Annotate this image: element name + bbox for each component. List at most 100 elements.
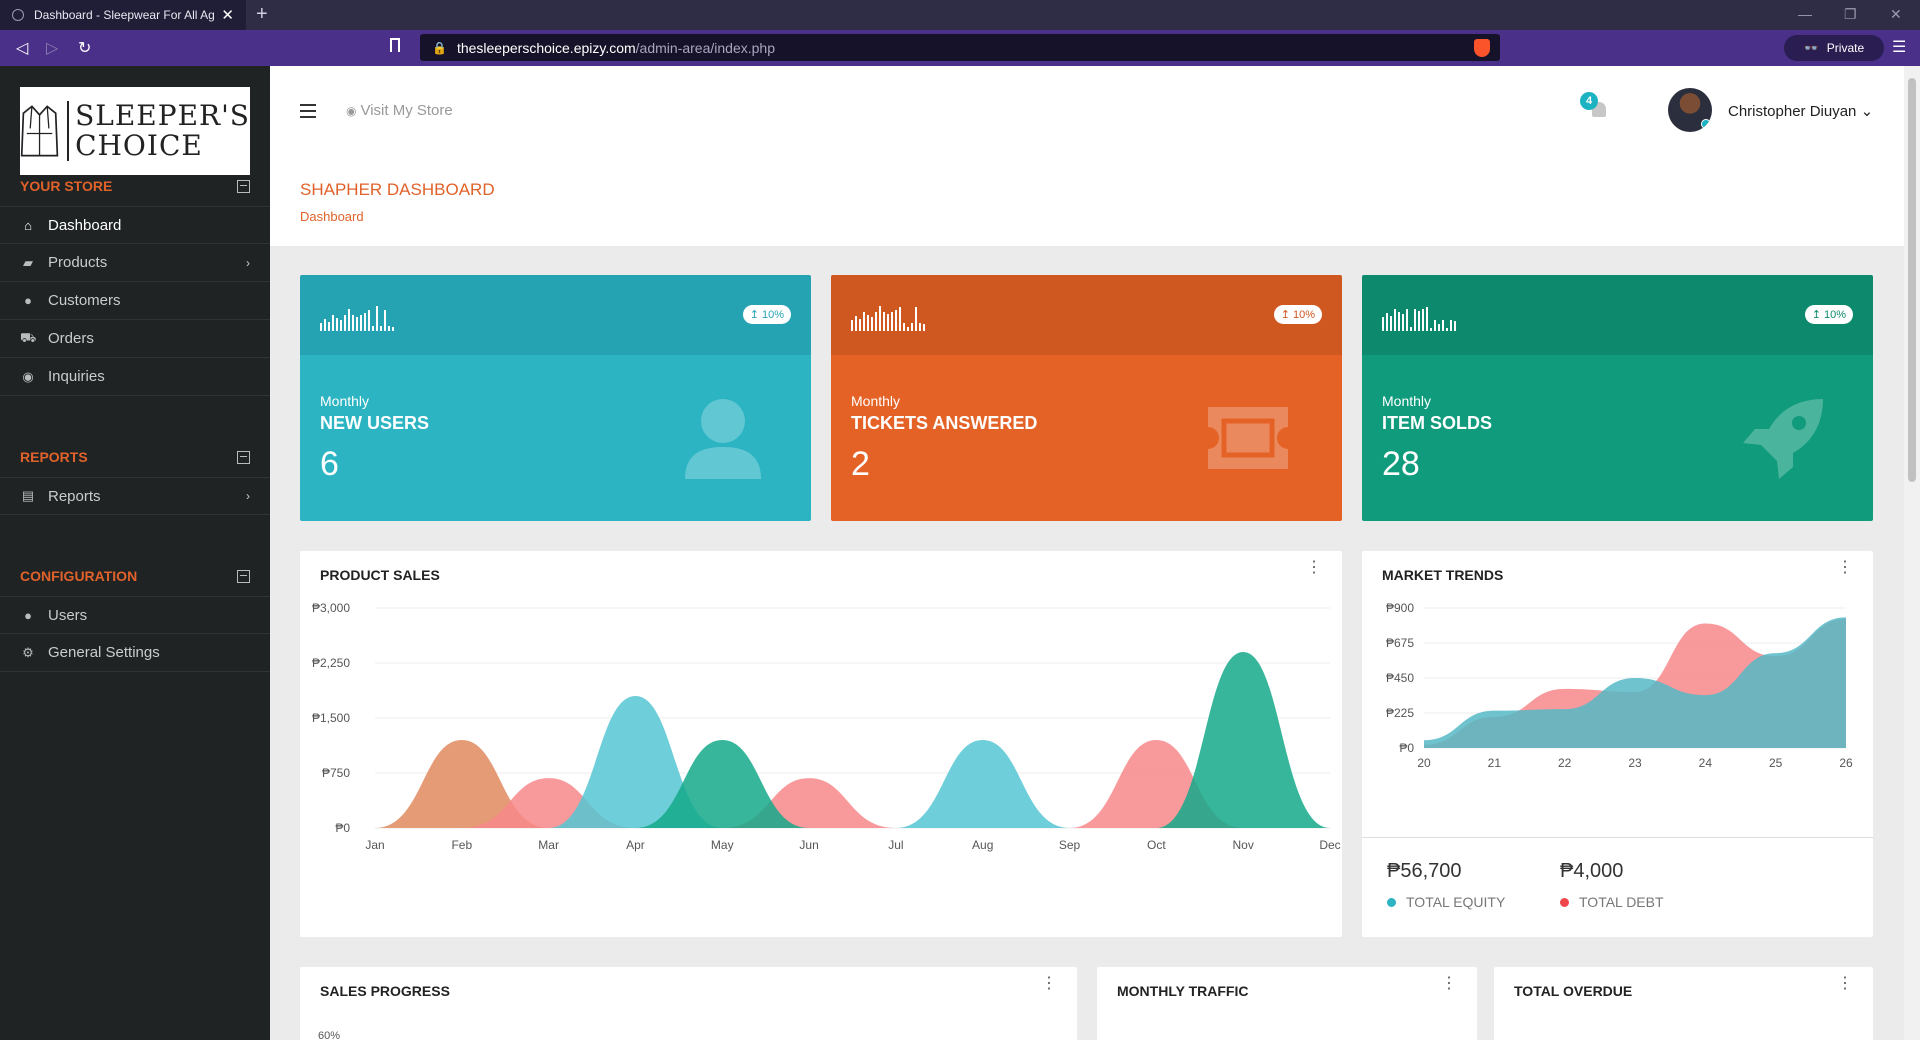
home-icon: ⌂	[24, 217, 32, 233]
product-sales-chart: ₱0 ₱750 ₱1,500 ₱2,250 ₱3,000 Jan Feb Mar Apr May J…	[312, 601, 1341, 852]
notification-badge[interactable]: 4	[1580, 92, 1598, 110]
browser-menu-icon[interactable]: ☰	[1892, 37, 1906, 57]
visit-store-link[interactable]: ◉ Visit My Store	[346, 102, 453, 119]
url-input[interactable]: 🔒 thesleeperschoice.epizy.com/admin-area…	[420, 34, 1500, 61]
close-window-icon[interactable]: ✕	[1890, 6, 1902, 23]
bookmark-icon[interactable]	[390, 38, 400, 52]
minimize-icon[interactable]: —	[1798, 6, 1812, 22]
browser-tab[interactable]: Dashboard - Sleepwear For All Ag ✕	[0, 0, 246, 30]
sidebar-item-dashboard[interactable]: ⌂ Dashboard	[0, 206, 270, 244]
tab-title: Dashboard - Sleepwear For All Ag	[34, 8, 215, 22]
private-label: Private	[1826, 41, 1865, 55]
more-options-icon[interactable]: ⋮	[1041, 976, 1057, 992]
sidebar-item-general-settings[interactable]: ⚙ General Settings	[0, 634, 270, 672]
collapse-icon[interactable]	[237, 179, 250, 193]
sales-progress-panel: SALES PROGRESS ⋮ 60%	[300, 967, 1077, 1040]
page-scrollbar[interactable]	[1904, 66, 1920, 1040]
x-tick-label: 26	[1839, 756, 1853, 770]
sparkline-bar	[863, 312, 865, 331]
sparkline-bar	[336, 318, 338, 331]
more-options-icon[interactable]: ⋮	[1441, 976, 1457, 992]
lock-icon: 🔒	[432, 40, 447, 55]
panel-title: TOTAL OVERDUE	[1514, 983, 1633, 999]
reload-icon[interactable]: ↻	[78, 38, 91, 58]
market-trends-panel: MARKET TRENDS ⋮ ₱0 ₱225 ₱450 ₱675 ₱900 20 21 22…	[1362, 551, 1873, 937]
sparkline-bar	[1406, 309, 1408, 331]
card-value: 28	[1382, 445, 1420, 483]
sparkline-bar	[871, 317, 873, 331]
forward-icon[interactable]: ▷	[46, 38, 58, 58]
hamburger-icon[interactable]	[300, 104, 316, 118]
breadcrumb[interactable]: Dashboard	[300, 209, 364, 224]
x-tick-label: Mar	[538, 838, 559, 852]
x-tick-label: 23	[1628, 756, 1642, 770]
url-path: /admin-area/index.php	[635, 39, 775, 56]
user-icon	[685, 399, 761, 479]
collapse-icon[interactable]	[237, 569, 250, 583]
sparkline-bar	[919, 323, 921, 331]
private-window-badge[interactable]: 👓 Private	[1784, 35, 1884, 61]
sparkline-bar	[867, 315, 869, 331]
brave-shield-icon[interactable]	[1474, 39, 1490, 57]
store-logo[interactable]: SLEEPER'S CHOICE	[20, 87, 250, 175]
sparkline-bar	[887, 314, 889, 331]
more-options-icon[interactable]: ⋮	[1837, 976, 1853, 992]
sidebar-item-products[interactable]: ▰ Products ›	[0, 244, 270, 282]
chat-icon: ◉	[22, 368, 34, 384]
sidebar: SLEEPER'S CHOICE YOUR STORE ⌂ Dashboard ▰…	[0, 66, 270, 1040]
chevron-right-icon: ›	[246, 255, 250, 270]
y-tick-label: ₱0	[1399, 741, 1414, 755]
sidebar-item-reports[interactable]: ▤ Reports ›	[0, 477, 270, 515]
sparkline-bar	[376, 306, 378, 331]
total-debt-value: ₱4,000	[1560, 860, 1624, 882]
sidebar-item-inquiries[interactable]: ◉ Inquiries	[0, 358, 270, 396]
x-tick-label: Apr	[626, 838, 645, 852]
section-configuration[interactable]: CONFIGURATION	[20, 568, 250, 584]
sparkline-bar	[1438, 324, 1440, 331]
section-your-store[interactable]: YOUR STORE	[20, 178, 250, 194]
restore-icon[interactable]: ❐	[1844, 6, 1857, 23]
sales-area-peak	[895, 740, 1070, 828]
sparkline-bar	[923, 324, 925, 331]
sidebar-item-users[interactable]: ● Users	[0, 596, 270, 634]
x-tick-label: Sep	[1059, 838, 1081, 852]
sparkline-bar	[348, 309, 350, 331]
card-period: Monthly	[851, 393, 901, 409]
new-tab-icon[interactable]: +	[256, 3, 268, 26]
file-icon: ▤	[21, 488, 35, 503]
sparkline-bar	[1450, 320, 1452, 331]
collapse-icon[interactable]	[237, 450, 250, 464]
x-tick-label: 21	[1488, 756, 1502, 770]
y-tick-label: ₱0	[335, 821, 350, 835]
panel-title: SALES PROGRESS	[320, 983, 450, 999]
sidebar-item-orders[interactable]: ⛟ Orders	[0, 320, 270, 358]
scrollbar-thumb[interactable]	[1908, 78, 1916, 482]
cart-icon: ⛟	[20, 329, 37, 345]
sparkline-bar	[1430, 328, 1432, 331]
y-tick-label: ₱3,000	[312, 601, 350, 615]
back-icon[interactable]: ◁	[16, 38, 28, 58]
sparkline-bar	[1446, 328, 1448, 331]
total-equity-label: TOTAL EQUITY	[1387, 894, 1505, 910]
y-tick-label: ₱675	[1386, 636, 1414, 650]
user-menu[interactable]: Christopher Diuyan ⌄	[1728, 102, 1873, 120]
avatar[interactable]	[1668, 88, 1712, 132]
stat-card-tickets-answered: ↥ 10% Monthly TICKETS ANSWERED 2	[831, 275, 1342, 521]
x-tick-label: Dec	[1319, 838, 1340, 852]
close-tab-icon[interactable]: ✕	[221, 6, 234, 24]
card-header: ↥ 10%	[831, 275, 1342, 355]
sparkline-bar	[1410, 327, 1412, 331]
private-glasses-icon: 👓	[1803, 41, 1819, 55]
bag-icon: ▰	[23, 254, 33, 270]
change-badge: ↥ 10%	[742, 305, 791, 324]
card-header: ↥ 10%	[1362, 275, 1873, 355]
trend-area-series	[1424, 617, 1846, 748]
sparkline-bar	[903, 323, 905, 331]
chevron-down-icon: ⌄	[1860, 103, 1874, 120]
sparkline-bar	[364, 313, 366, 331]
section-reports[interactable]: REPORTS	[20, 449, 250, 465]
sparkline-bar	[1390, 316, 1392, 331]
sidebar-item-customers[interactable]: ● Customers	[0, 282, 270, 320]
sparkline-bar	[1442, 320, 1444, 331]
sparkline-bar	[1398, 312, 1400, 331]
